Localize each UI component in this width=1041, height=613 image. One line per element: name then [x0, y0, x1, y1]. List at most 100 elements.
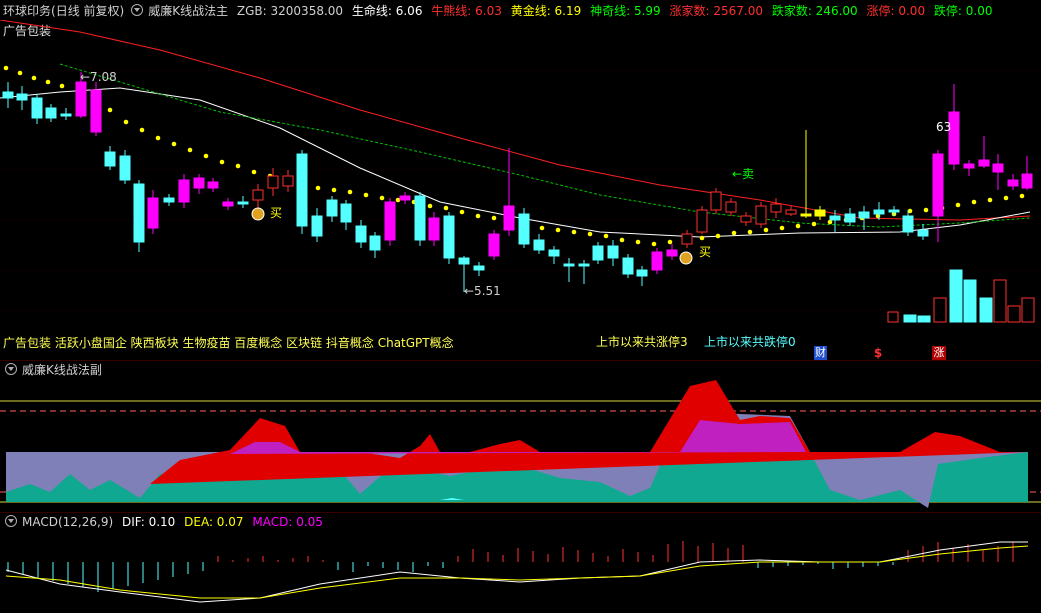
candle-body — [326, 199, 338, 217]
candlestick-chart[interactable] — [0, 20, 1041, 360]
candle-body — [147, 197, 159, 229]
candle-body — [666, 249, 678, 257]
buy-signal-label-1: 买 — [270, 206, 283, 220]
candle-body — [355, 225, 367, 243]
volume-bar — [993, 279, 1007, 323]
candle-body — [90, 89, 102, 133]
candle-body — [340, 203, 352, 223]
limit-up-badge[interactable]: 涨 — [932, 346, 946, 360]
zgb-value: ZGB: 3200358.00 — [236, 4, 344, 18]
up-count-value: 涨家数: 2567.00 — [669, 4, 763, 18]
candle-body — [237, 201, 249, 205]
period-label[interactable]: (日线 前复权) — [51, 4, 124, 18]
signal-dot — [731, 230, 737, 236]
candle-body — [75, 81, 87, 117]
signal-dot — [667, 239, 673, 245]
signal-dot — [187, 147, 193, 153]
candle-body — [414, 195, 426, 241]
candle-body — [888, 209, 900, 213]
main-header-bar: 环球印务(日线 前复权) 威廉K线战法主 ZGB: 3200358.00 生命线:… — [3, 1, 997, 21]
signal-dot — [31, 75, 37, 81]
signal-dot — [139, 127, 145, 133]
candle-body — [503, 205, 515, 231]
signal-dot — [443, 205, 449, 211]
candle-body — [31, 97, 43, 119]
magic-line-value: 神奇线: 5.99 — [590, 4, 661, 18]
candle-body — [296, 153, 308, 227]
gold-line-value: 黄金线: 6.19 — [510, 4, 582, 18]
signal-dot — [251, 169, 257, 175]
candle-body — [133, 183, 145, 243]
dropdown-icon[interactable] — [5, 363, 17, 375]
candle-body — [636, 269, 648, 277]
signal-dot — [491, 215, 497, 221]
volume-bar — [903, 314, 917, 323]
candle-body — [696, 209, 708, 233]
williams-sub-chart[interactable] — [0, 380, 1041, 512]
candle-body — [267, 175, 279, 189]
candle-body — [873, 209, 885, 215]
macd-value: MACD: 0.05 — [252, 515, 323, 529]
top-value-label: 63 — [936, 120, 952, 134]
limit-down-stat: 上市以来共跌停0 — [704, 335, 796, 349]
candle-body — [829, 215, 841, 221]
down-count-value: 跌家数: 246.00 — [771, 4, 858, 18]
candle-body — [16, 93, 28, 101]
candle-body — [681, 233, 693, 245]
candle-body — [252, 189, 264, 201]
indicator-name[interactable]: 威廉K线战法主 — [148, 4, 228, 18]
volume-bar — [963, 279, 977, 323]
candle-body — [592, 245, 604, 261]
candle-body — [1021, 173, 1033, 189]
signal-dot — [363, 192, 369, 198]
signal-dot — [1019, 193, 1025, 199]
signal-dot — [955, 202, 961, 208]
signal-dot — [347, 189, 353, 195]
candle-body — [814, 209, 826, 217]
signal-dot — [795, 223, 801, 229]
signal-dot — [379, 195, 385, 201]
signal-dot — [987, 197, 993, 203]
volume-bar — [1021, 297, 1035, 323]
candle-body — [651, 251, 663, 271]
dropdown-icon[interactable] — [5, 515, 17, 527]
candle-body — [917, 229, 929, 237]
sub-indicator-name[interactable]: 威廉K线战法副 — [22, 363, 102, 377]
dropdown-icon[interactable] — [131, 4, 144, 16]
signal-dot — [331, 187, 337, 193]
panel-divider-1[interactable] — [0, 360, 1041, 361]
money-bag-icon — [679, 251, 693, 265]
sell-signal-label: ←卖 — [732, 167, 755, 181]
signal-dot — [59, 83, 65, 89]
macd-title[interactable]: MACD(12,26,9) — [22, 515, 113, 529]
candle-body — [725, 201, 737, 213]
limit-up-value: 涨停: 0.00 — [866, 4, 926, 18]
signal-dot — [699, 235, 705, 241]
finance-badge[interactable]: 财 — [814, 346, 827, 360]
candle-body — [800, 213, 812, 217]
macd-chart[interactable] — [0, 532, 1041, 613]
candle-body — [978, 159, 990, 167]
candle-body — [992, 163, 1004, 173]
volume-bar — [979, 297, 993, 323]
signal-dot — [971, 199, 977, 205]
signal-dot — [587, 231, 593, 237]
candle-body — [282, 175, 294, 187]
signal-dot — [3, 65, 9, 71]
candle-body — [902, 215, 914, 233]
candle-body — [207, 181, 219, 189]
candle-body — [607, 245, 619, 259]
candle-body — [770, 203, 782, 213]
volume-bar — [917, 315, 931, 323]
volume-bar — [949, 269, 963, 323]
dif-line — [5, 541, 1028, 603]
candle-body — [740, 215, 752, 223]
dollar-badge[interactable]: $ — [873, 346, 883, 360]
candle-body — [533, 239, 545, 251]
signal-dot — [715, 233, 721, 239]
candle-body — [428, 217, 440, 241]
candle-body — [473, 265, 485, 271]
stock-name[interactable]: 环球印务 — [3, 4, 51, 18]
signal-dot — [427, 203, 433, 209]
signal-dot — [155, 135, 161, 141]
